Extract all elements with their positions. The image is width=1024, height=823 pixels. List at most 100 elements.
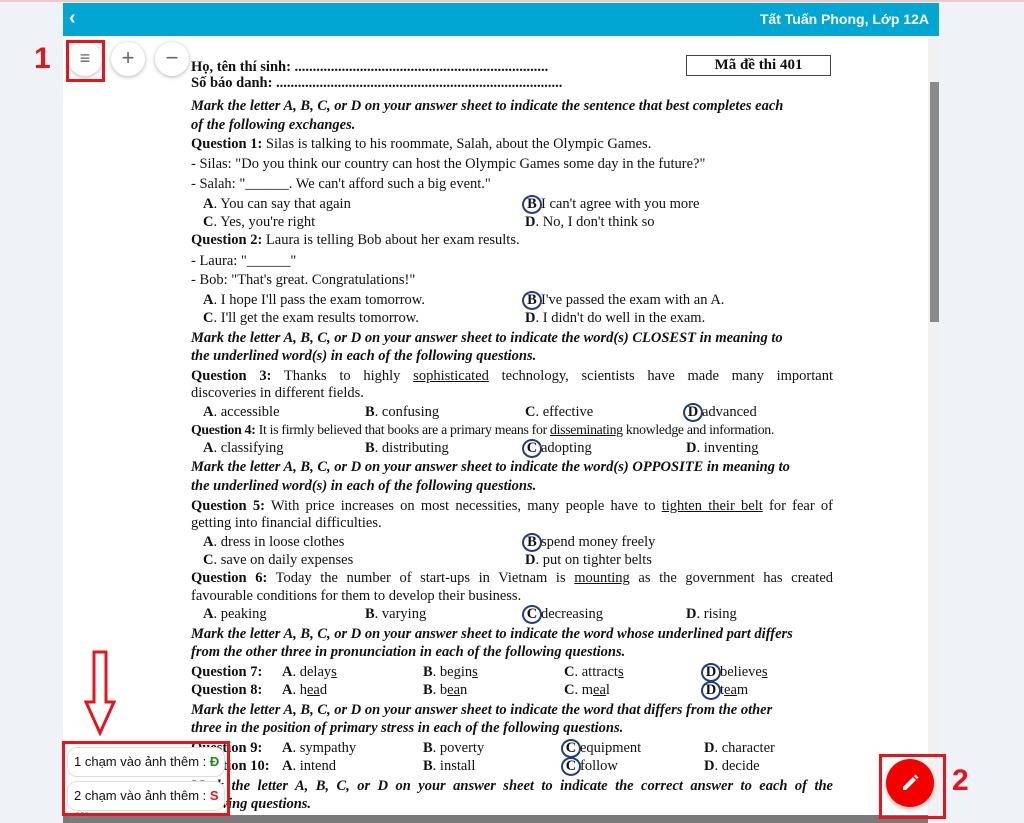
text: C bbox=[564, 682, 575, 698]
answer-circle: C bbox=[561, 757, 581, 776]
text: tighten their belt bbox=[661, 498, 763, 514]
option-c: C. Yes, you're right bbox=[203, 214, 316, 230]
text: A bbox=[203, 196, 214, 212]
answer-circle: B bbox=[522, 195, 542, 214]
text: A bbox=[203, 404, 214, 420]
text: s bbox=[761, 664, 768, 680]
dialogue-line: - Salah: "______. We can't afford such a… bbox=[191, 176, 491, 192]
text: accessible bbox=[220, 404, 280, 420]
option-c: C. attracts bbox=[564, 664, 624, 680]
question-3: Question 3: Thanks to highly sophisticat… bbox=[191, 367, 833, 385]
text: A bbox=[203, 292, 214, 308]
text: character bbox=[721, 740, 775, 756]
annotation-number-1: 1 bbox=[34, 42, 51, 75]
text: B bbox=[423, 740, 433, 756]
instruction: Mark the letter A, B, C, or D on your an… bbox=[191, 330, 783, 346]
hint-double-tap: 2 chạm vào ảnh thêm : S bbox=[67, 781, 225, 811]
text: s bbox=[617, 664, 624, 680]
text: poverty bbox=[439, 740, 485, 756]
option-c-selected: Cadopting bbox=[522, 439, 592, 458]
option-b-selected: Bspend money freely bbox=[522, 533, 656, 552]
answer-circle: D bbox=[701, 681, 721, 700]
option-b: B. poverty bbox=[423, 740, 485, 756]
zoom-in-button[interactable]: + bbox=[111, 42, 145, 76]
option-a: A. head bbox=[282, 682, 328, 698]
sbd-line: Số báo danh: ...........................… bbox=[191, 74, 562, 92]
zoom-out-button[interactable]: − bbox=[155, 42, 189, 76]
text: sympathy bbox=[299, 740, 357, 756]
question-1: Question 1: Silas is talking to his room… bbox=[191, 135, 651, 153]
text: You can say that again bbox=[220, 196, 351, 212]
text: D bbox=[525, 310, 536, 326]
instruction: from the other three in pronunciation in… bbox=[191, 644, 626, 660]
text: Question 5: bbox=[191, 498, 265, 514]
text: B bbox=[365, 404, 375, 420]
option-d-selected: Dteam bbox=[701, 681, 748, 700]
text: spend money freely bbox=[541, 534, 656, 550]
text: A bbox=[282, 664, 293, 680]
text: decreasing bbox=[541, 606, 603, 622]
highlight-box-menu bbox=[66, 40, 105, 82]
text: effective bbox=[542, 404, 594, 420]
text: as the government has created bbox=[629, 570, 834, 586]
text: I'll get the exam results tomorrow. bbox=[220, 310, 419, 326]
back-button[interactable]: ‹ bbox=[69, 7, 76, 30]
option-c-selected: Cdecreasing bbox=[522, 605, 603, 624]
text: B bbox=[423, 682, 433, 698]
scrollbar-thumb[interactable] bbox=[930, 82, 939, 322]
text: l bbox=[605, 682, 610, 698]
text: ea bbox=[447, 682, 461, 698]
text: I've passed the exam with an A. bbox=[541, 292, 725, 308]
instruction: Mark the letter A, B, C, or D on your an… bbox=[191, 626, 793, 642]
option-b: B. varying bbox=[365, 606, 427, 622]
text: A bbox=[203, 606, 214, 622]
option-b-selected: B I've passed the exam with an A. bbox=[522, 291, 725, 310]
scrollbar[interactable] bbox=[928, 36, 939, 815]
text: equipment bbox=[580, 740, 642, 756]
text: A bbox=[282, 682, 293, 698]
answer-circle: B bbox=[522, 291, 542, 310]
option-c: C. save on daily expenses bbox=[203, 552, 354, 568]
text: for fear of bbox=[762, 498, 834, 514]
option-d-selected: Dadvanced bbox=[683, 403, 757, 422]
option-a: A. You can say that again bbox=[203, 196, 351, 212]
text: C bbox=[203, 214, 214, 230]
text: inventing bbox=[703, 440, 759, 456]
hint-single-tap: 1 chạm vào ảnh thêm : Đ bbox=[67, 747, 225, 777]
text: C bbox=[525, 404, 536, 420]
text: follow bbox=[580, 758, 618, 774]
correct-mark: Đ bbox=[209, 754, 220, 769]
option-d: D. I didn't do well in the exam. bbox=[525, 310, 706, 326]
question-text: getting into financial difficulties. bbox=[191, 515, 382, 531]
instruction: three in the position of primary stress … bbox=[191, 720, 624, 736]
text: n bbox=[460, 682, 468, 698]
text: dress in loose clothes bbox=[220, 534, 345, 550]
option-a: A. intend bbox=[282, 758, 336, 774]
option-a: A. accessible bbox=[203, 404, 280, 420]
text: D bbox=[525, 214, 536, 230]
sbd-dots: ........................................… bbox=[276, 75, 563, 91]
text: I can't agree with you more bbox=[541, 196, 700, 212]
annotation-number-2: 2 bbox=[952, 764, 969, 797]
text: d bbox=[319, 682, 328, 698]
text: Question 2: bbox=[191, 232, 263, 248]
text: D bbox=[525, 552, 536, 568]
exam-image-viewer[interactable]: Họ, tên thí sinh: ......................… bbox=[63, 36, 928, 815]
instruction: of the following exchanges. bbox=[191, 117, 356, 133]
text: A bbox=[282, 758, 293, 774]
text: install bbox=[439, 758, 476, 774]
text: s bbox=[331, 664, 337, 680]
text: I hope I'll pass the exam tomorrow. bbox=[220, 292, 425, 308]
text: disseminating bbox=[550, 422, 623, 437]
question-5: Question 5: With price increases on most… bbox=[191, 497, 833, 515]
answer-circle: B bbox=[522, 533, 542, 552]
text: A bbox=[203, 534, 214, 550]
top-border bbox=[0, 0, 1024, 2]
text: mounting bbox=[574, 570, 630, 586]
question-text: favourable conditions for them to develo… bbox=[191, 588, 522, 604]
option-b: B. install bbox=[423, 758, 476, 774]
text: ea bbox=[593, 682, 606, 698]
answer-circle: C bbox=[522, 605, 542, 624]
app-header: ‹ Tất Tuấn Phong, Lớp 12A bbox=[63, 3, 939, 36]
text: C bbox=[203, 552, 214, 568]
